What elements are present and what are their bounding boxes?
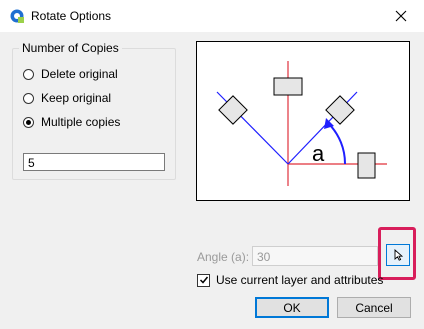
angle-arc <box>328 123 347 165</box>
close-button[interactable] <box>378 0 424 32</box>
cursor-arrow-icon <box>394 249 403 261</box>
angle-label: Angle (a): <box>197 250 250 264</box>
use-layer-checkbox-row[interactable]: Use current layer and attributes <box>197 273 383 287</box>
copies-groupbox: Number of Copies Delete original Keep or… <box>12 41 176 180</box>
copies-count-input[interactable]: 5 <box>23 153 165 171</box>
checkmark-icon <box>199 276 208 284</box>
title-bar: Rotate Options <box>0 0 424 32</box>
app-logo-icon <box>9 8 25 24</box>
close-icon <box>395 10 407 22</box>
radio-keep-original[interactable]: Keep original <box>23 91 111 105</box>
radio-label: Delete original <box>41 67 118 81</box>
window-title: Rotate Options <box>31 9 112 23</box>
radio-delete-original[interactable]: Delete original <box>23 67 118 81</box>
cancel-button[interactable]: Cancel <box>337 297 411 318</box>
rotation-preview: a <box>196 41 410 201</box>
use-layer-label: Use current layer and attributes <box>216 273 384 287</box>
radio-label: Multiple copies <box>41 115 121 129</box>
angle-symbol: a <box>312 141 325 166</box>
radio-circle[interactable] <box>23 68 34 80</box>
use-layer-checkbox[interactable] <box>197 273 210 287</box>
rotation-diagram: a <box>216 61 387 186</box>
rotated-rectangle-right <box>357 152 376 179</box>
rotated-square-left <box>218 95 248 125</box>
pick-angle-button[interactable] <box>386 244 410 266</box>
radio-label: Keep original <box>41 91 112 105</box>
original-rectangle <box>273 77 303 96</box>
dialog-body: Number of Copies Delete original Keep or… <box>0 32 424 329</box>
copies-group-legend: Number of Copies <box>19 41 122 55</box>
radio-circle-selected[interactable] <box>23 116 34 128</box>
radio-circle[interactable] <box>23 92 34 104</box>
radio-multiple-copies[interactable]: Multiple copies <box>23 115 120 129</box>
angle-input[interactable]: 30 <box>252 246 378 266</box>
ok-button[interactable]: OK <box>255 297 329 318</box>
